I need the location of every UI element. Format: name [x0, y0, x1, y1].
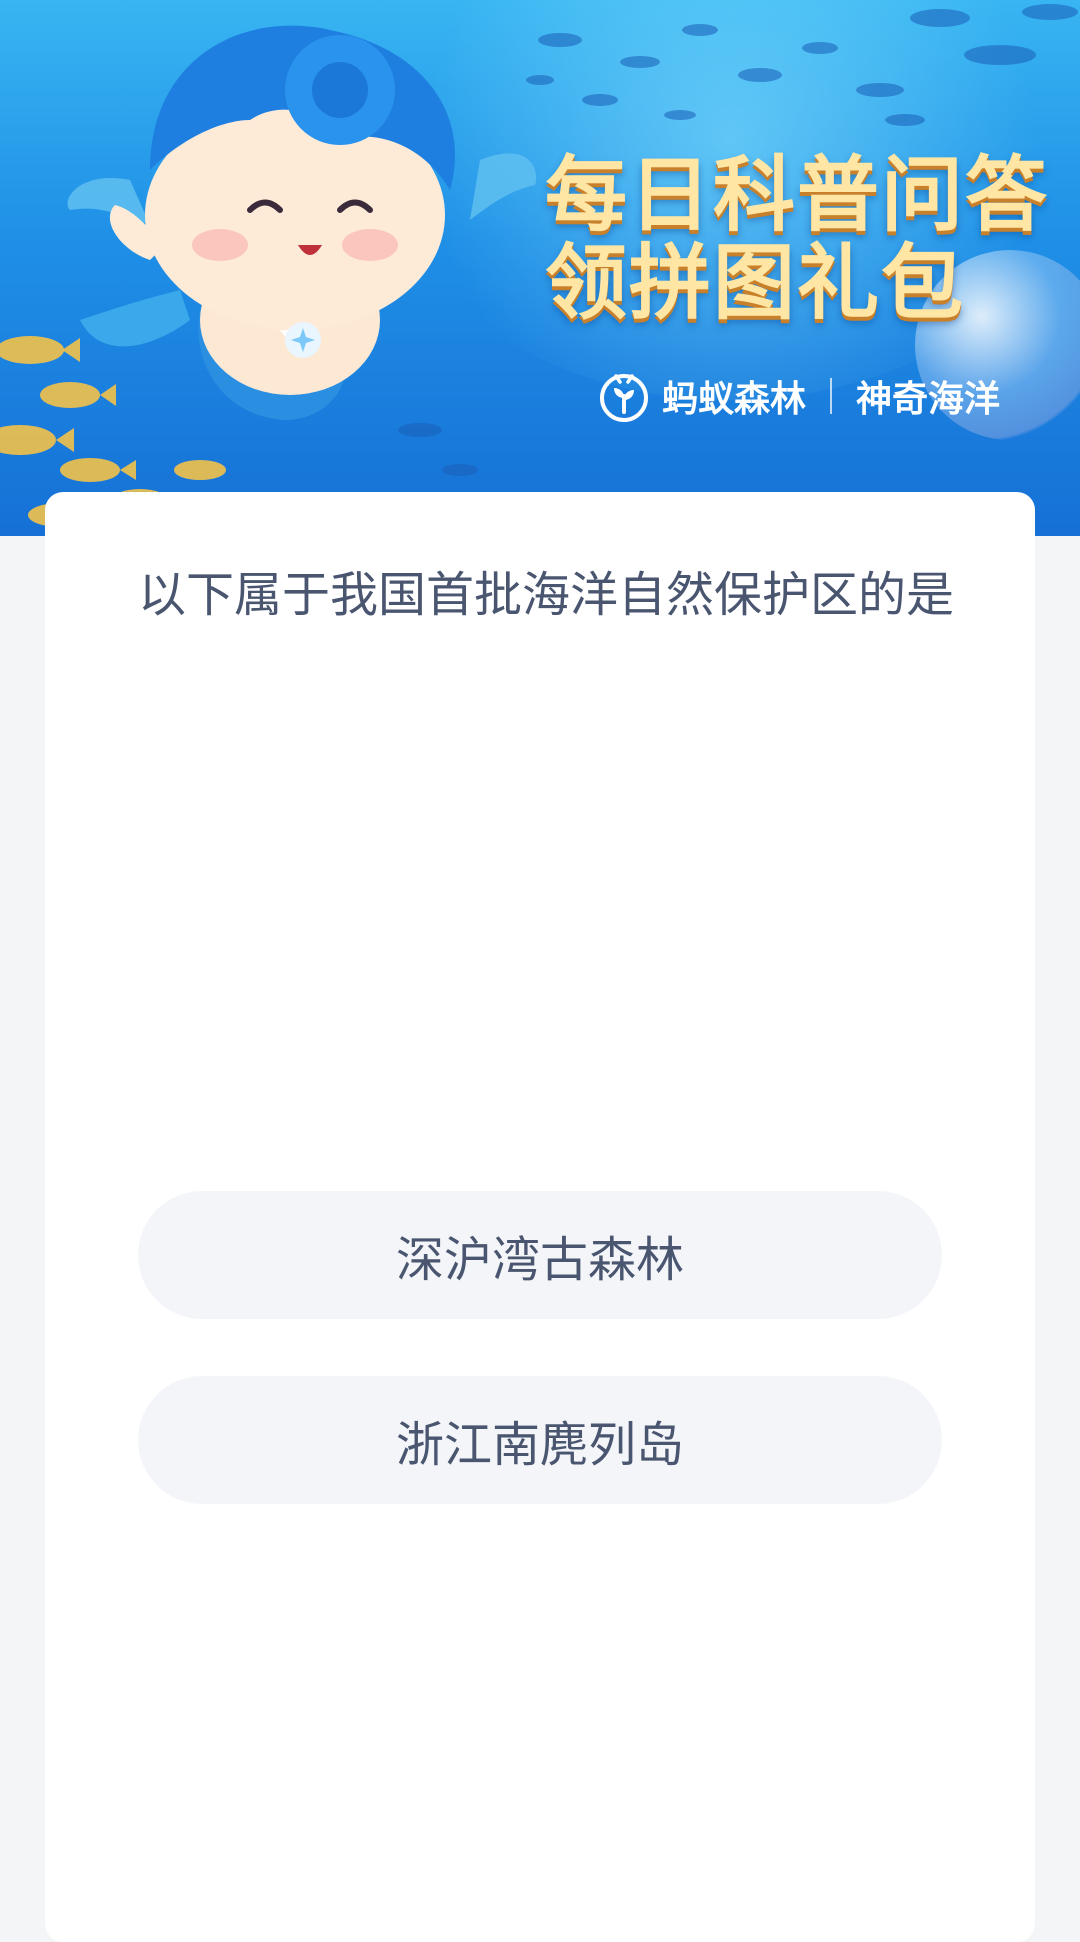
brand-divider: [830, 378, 833, 414]
quiz-option-1-label: 深沪湾古森林: [395, 1232, 684, 1288]
quiz-card: 以下属于我国首批海洋自然保护区的是 深沪湾古森林 浙江南麂列岛: [45, 492, 1035, 1942]
brand-ant-forest: 蚂蚁森林: [662, 379, 807, 420]
quiz-option-2[interactable]: 浙江南麂列岛: [138, 1376, 942, 1504]
mermaid-mascot: [67, 25, 537, 420]
quiz-question: 以下属于我国首批海洋自然保护区的是: [138, 567, 955, 623]
banner-title-line-2: 领拼图礼包: [545, 236, 966, 331]
ant-forest-logo-icon: [600, 374, 648, 422]
quiz-option-2-label: 浙江南麂列岛: [395, 1417, 684, 1473]
banner: 每日科普问答 领拼图礼包 蚂蚁森林 神奇海洋: [0, 0, 1080, 536]
brand-row: 蚂蚁森林 神奇海洋: [596, 368, 1000, 424]
brand-magic-ocean: 神奇海洋: [856, 379, 1001, 420]
quiz-option-1[interactable]: 深沪湾古森林: [138, 1191, 942, 1319]
